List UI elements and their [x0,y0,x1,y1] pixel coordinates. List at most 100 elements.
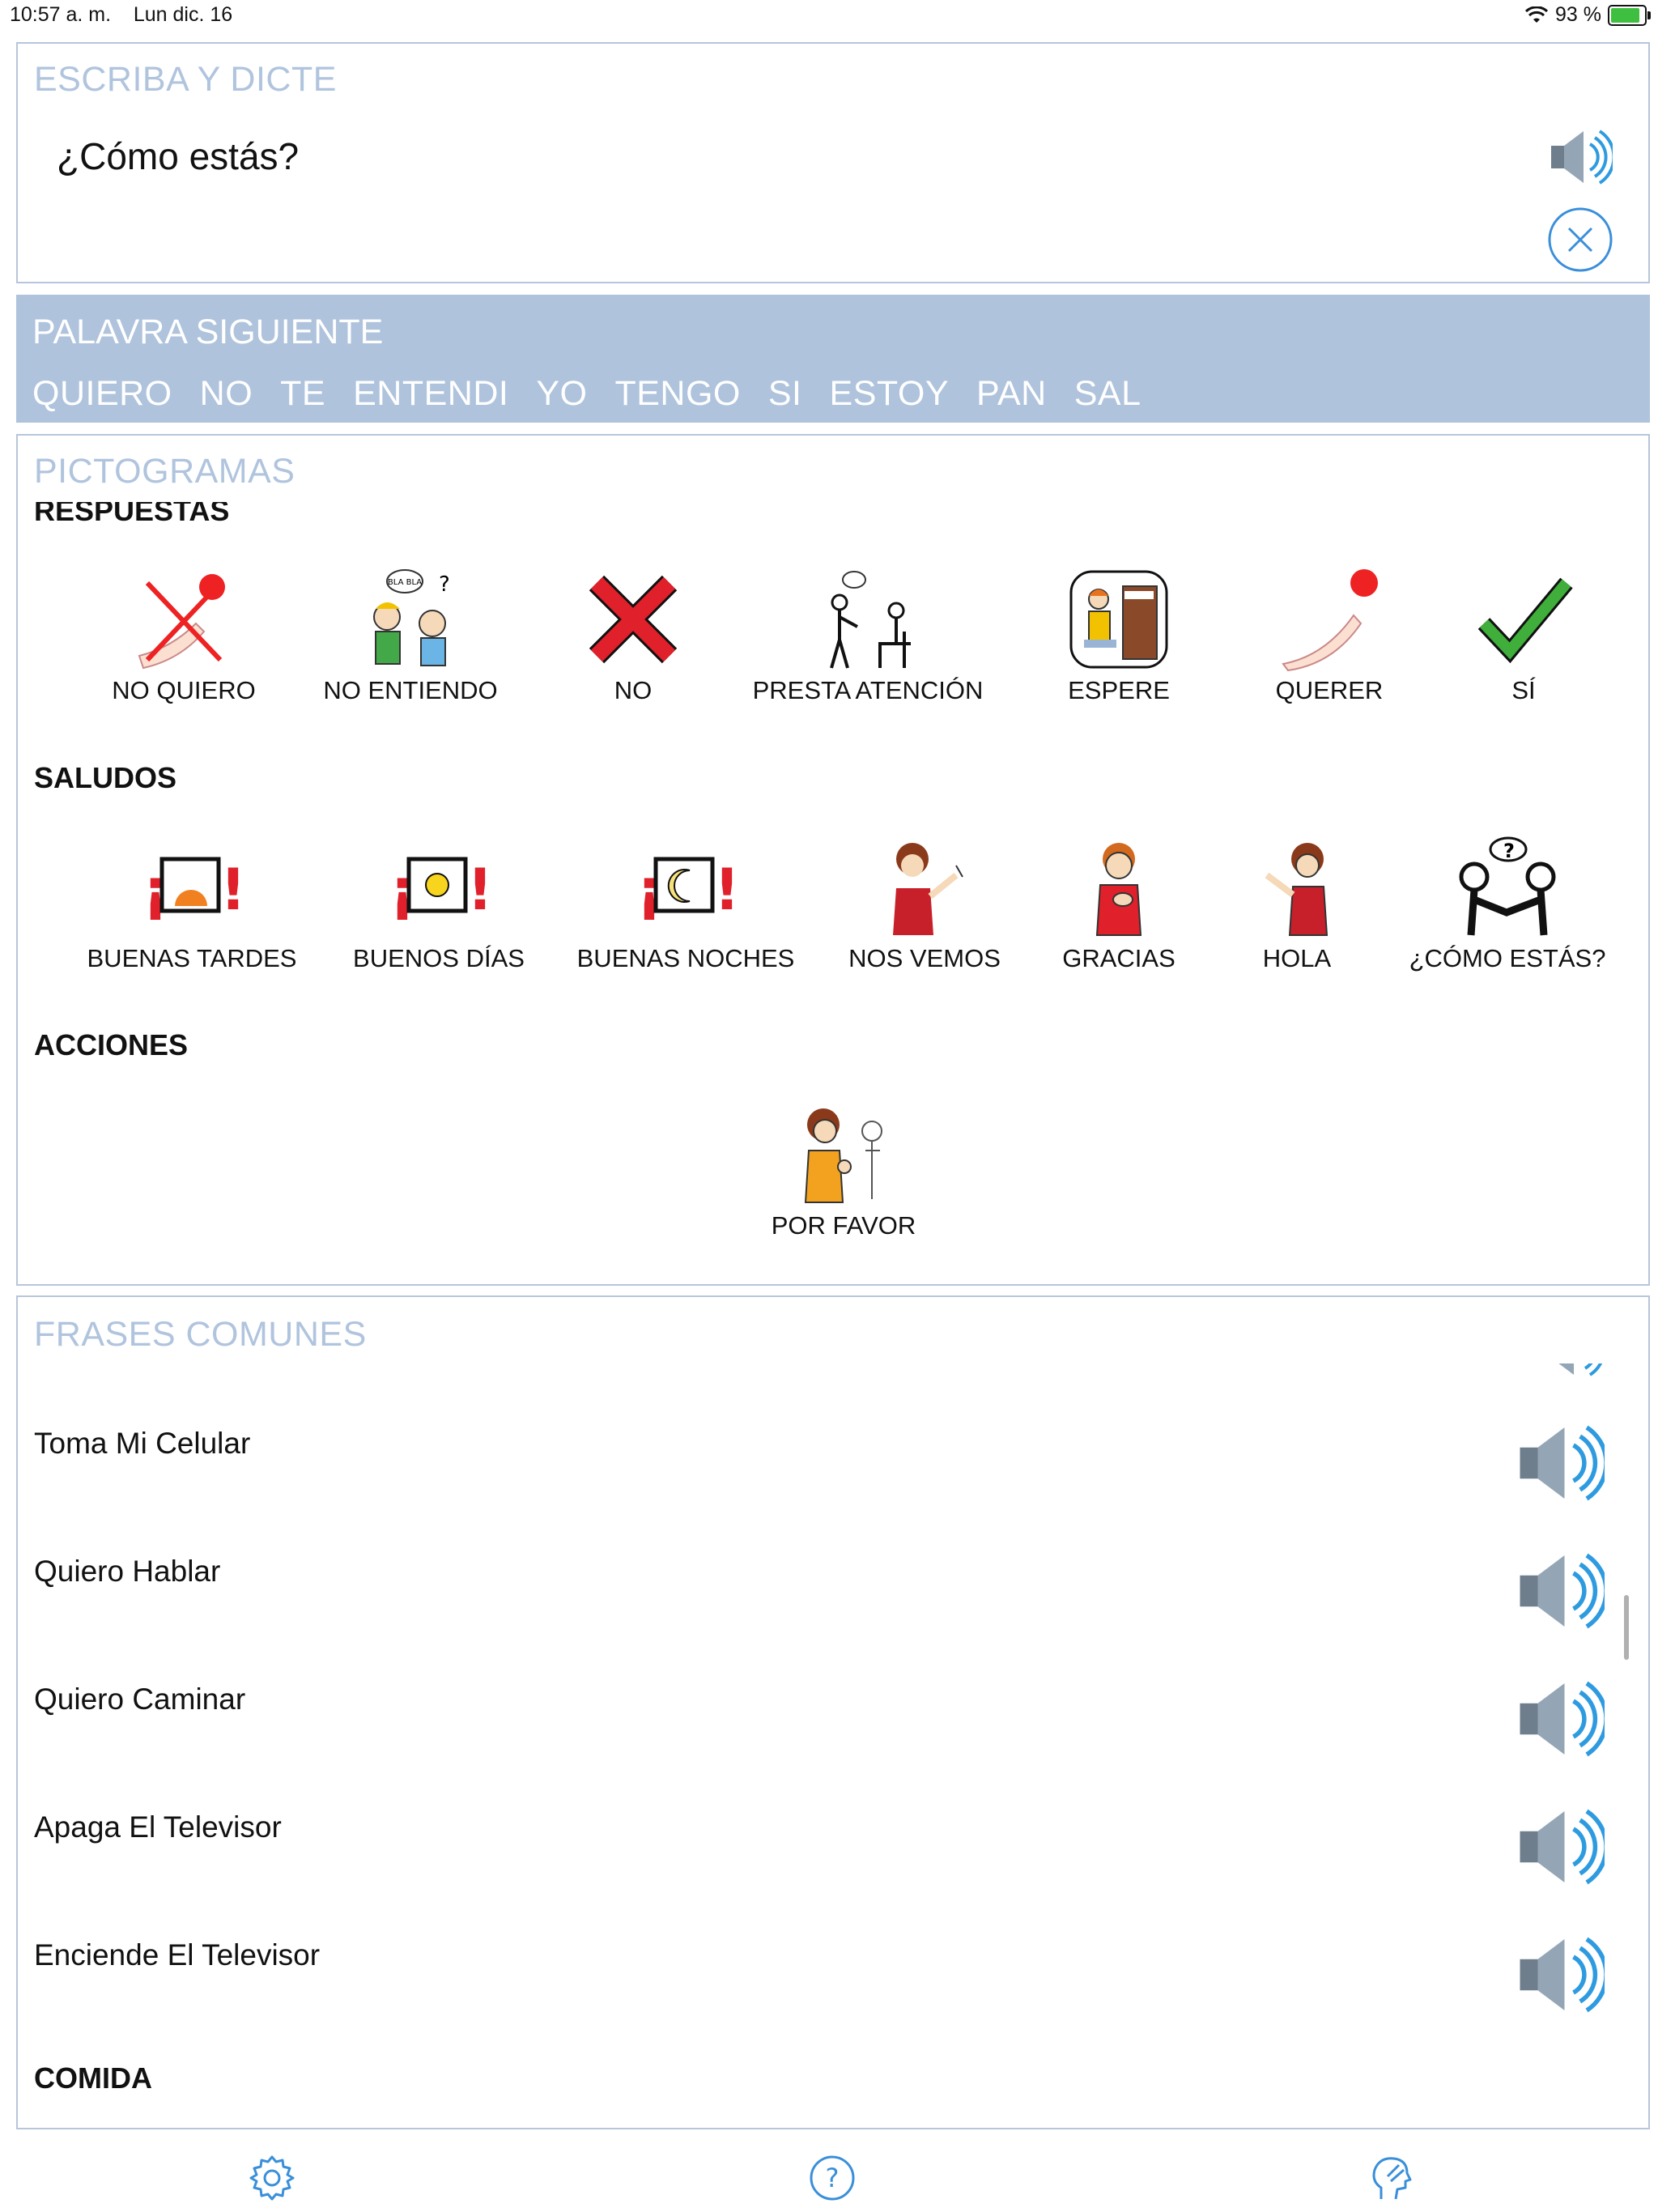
phrase-text: Toma Mi Celular [34,1427,251,1460]
red-x-icon [589,575,678,664]
status-time: 10:57 a. m. [10,3,112,26]
pay-attention-icon [830,571,911,669]
picto-label: NO ENTIENDO [323,676,498,704]
dictation-panel: ESCRIBA Y DICTE ¿Cómo estás? [16,42,1650,283]
section-heading: SALUDOS [34,761,177,794]
picto-querer[interactable]: QUERER [1232,567,1426,705]
next-word-item[interactable]: SAL [1074,374,1141,414]
speaker-icon[interactable] [1516,1930,1605,2019]
picto-label: POR FAVOR [771,1211,916,1240]
phrases-panel: FRASES COMUNES Toma Mi Celular Quiero Ha… [16,1295,1650,2129]
picto-label: NO QUIERO [112,676,256,704]
picto-label: BUENAS TARDES [87,944,297,972]
status-right: 93 % [1524,3,1651,27]
picto-si[interactable]: SÍ [1426,567,1621,705]
picto-label: BUENOS DÍAS [353,944,525,972]
sun-icon: ¡ ! [389,857,493,923]
phrase-text: Quiero Hablar [34,1555,221,1588]
battery-icon [1608,4,1651,26]
picto-gracias[interactable]: GRACIAS [1022,835,1216,973]
svg-text:!: ! [220,857,244,923]
phrase-text: Quiero Caminar [34,1682,246,1716]
next-word-item[interactable]: ESTOY [830,374,949,414]
phrase-text: Enciende El Televisor [34,1938,321,1972]
picto-buenas-noches[interactable]: ¡ ! BUENAS NOCHES [568,835,803,973]
section-heading: ACCIONES [34,1028,189,1061]
next-word-bar: PALAVRA SIGUIENTE QUIERO NO TE ENTENDI Y… [16,295,1650,423]
picto-label: ESPERE [1068,676,1170,704]
section-heading: COMIDA [34,2061,152,2095]
status-bar: 10:57 a. m. Lun dic. 16 93 % [0,0,1658,37]
picto-label: HOLA [1262,944,1332,972]
please-icon [804,1108,882,1203]
picto-no-quiero[interactable]: NO QUIERO [83,567,285,705]
next-word-item[interactable]: SI [768,374,802,414]
picto-no-entiendo[interactable]: BLA BLA ? NO ENTIENDO [309,567,512,705]
next-word-item[interactable]: YO [536,374,587,414]
speaker-icon[interactable] [1548,125,1613,189]
picto-label: NOS VEMOS [848,944,1001,972]
svg-text:BLA BLA: BLA BLA [388,578,422,587]
picto-como-estas[interactable]: ? ¿CÓMO ESTÁS? [1394,835,1621,973]
dictation-text[interactable]: ¿Cómo estás? [57,134,299,178]
picto-label: BUENAS NOCHES [576,944,795,972]
checkmark-icon [1477,577,1573,664]
picto-label: NO [614,676,653,704]
next-word-item[interactable]: ENTENDI [353,374,508,414]
svg-text:?: ? [826,2163,840,2193]
picto-label: QUERER [1275,676,1384,704]
picto-espere[interactable]: ESPERE [1022,567,1216,705]
close-circle-icon[interactable] [1546,206,1614,278]
speaker-icon[interactable] [1516,1546,1605,1636]
next-word-item[interactable]: QUIERO [32,374,172,414]
no-want-icon [138,574,225,670]
picto-label: ¿CÓMO ESTÁS? [1409,944,1606,972]
not-understand-icon: BLA BLA ? [373,569,450,666]
svg-text:?: ? [1503,840,1515,862]
picto-buenos-dias[interactable]: ¡ ! BUENOS DÍAS [325,835,552,973]
thanks-icon [1095,843,1142,936]
next-word-item[interactable]: NO [200,374,253,414]
sunset-icon: ¡ ! [142,857,246,923]
speaker-icon[interactable] [1516,1802,1605,1891]
pictograms-panel: PICTOGRAMAS RESPUESTAS NO QUIERO BLA BLA… [16,434,1650,1286]
status-time-date: 10:57 a. m. Lun dic. 16 [10,3,232,27]
svg-text:?: ? [439,572,450,597]
phrases-title: FRASES COMUNES [34,1315,367,1354]
picto-nos-vemos[interactable]: NOS VEMOS [827,835,1022,973]
help-icon[interactable]: ? [808,2154,857,2202]
speaker-icon[interactable] [1516,1419,1605,1508]
wifi-icon [1524,6,1549,23]
want-icon [1282,569,1378,672]
hello-icon [1265,843,1329,936]
gear-icon[interactable] [248,2154,296,2202]
next-word-item[interactable]: TENGO [614,374,740,414]
picto-presta-atencion[interactable]: PRESTA ATENCIÓN [746,567,989,705]
speaker-icon[interactable] [1538,1363,1603,1381]
wait-icon [1069,570,1168,669]
section-heading: RESPUESTAS [34,494,230,527]
next-word-list: QUIERO NO TE ENTENDI YO TENGO SI ESTOY P… [32,374,1141,414]
battery-percent: 93 % [1555,3,1601,26]
speaker-icon[interactable] [1516,1674,1605,1763]
svg-text:!: ! [714,857,738,923]
pictograms-title: PICTOGRAMAS [34,452,295,491]
picto-buenas-tardes[interactable]: ¡ ! BUENAS TARDES [74,835,309,973]
picto-label: PRESTA ATENCIÓN [752,676,984,704]
next-word-item[interactable]: PAN [976,374,1047,414]
moon-icon: ¡ ! [636,857,740,923]
picto-label: GRACIAS [1062,944,1175,972]
wave-goodbye-icon [893,843,963,935]
next-word-item[interactable]: TE [280,374,325,414]
next-word-title: PALAVRA SIGUIENTE [32,313,384,351]
head-speech-icon[interactable] [1367,2154,1415,2202]
scrollbar[interactable] [1624,1595,1629,1660]
picto-label: SÍ [1511,676,1536,704]
picto-por-favor[interactable]: POR FAVOR [738,1102,949,1240]
status-date: Lun dic. 16 [133,3,233,26]
picto-no[interactable]: NO [536,567,730,705]
svg-text:!: ! [467,857,491,923]
how-are-you-icon: ? [1459,836,1556,936]
picto-hola[interactable]: HOLA [1200,835,1394,973]
dictation-title: ESCRIBA Y DICTE [34,60,337,99]
